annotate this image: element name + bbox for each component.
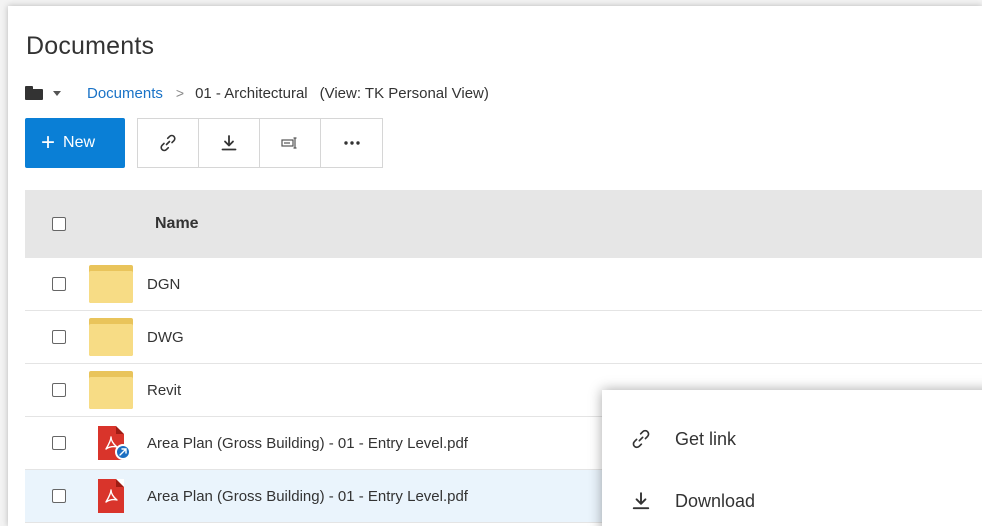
folder-icon [89,318,133,356]
breadcrumb-view-label: (View: TK Personal View) [319,84,489,102]
breadcrumb-root-link[interactable]: Documents [87,85,163,102]
menu-item-label: Download [675,490,756,511]
row-name[interactable]: Area Plan (Gross Building) - 01 - Entry … [147,488,468,505]
row-name[interactable]: Area Plan (Gross Building) - 01 - Entry … [147,435,468,452]
copy-link-button[interactable] [138,119,199,167]
command-toolbar: + New [25,118,383,168]
rename-icon [281,137,297,149]
download-icon [221,135,237,151]
more-actions-button[interactable] [321,119,382,167]
row-checkbox[interactable] [52,330,66,344]
folder-nav-dropdown[interactable] [25,86,61,100]
toolbar-button-group [137,118,383,168]
pdf-icon [89,477,133,515]
menu-item-download[interactable]: Download [602,474,982,526]
column-header-name[interactable]: Name [155,215,199,233]
table-row[interactable]: DGN [25,258,982,311]
download-icon [632,492,650,510]
row-name[interactable]: DGN [147,276,180,293]
new-button-label: New [63,134,96,151]
row-name[interactable]: Revit [147,382,181,399]
chevron-down-icon [53,90,61,96]
breadcrumb-current: 01 - Architectural [195,84,308,102]
table-header: Name [25,190,982,258]
pdf-shared-icon [89,424,133,462]
new-button[interactable]: + New [25,118,125,168]
table-row[interactable]: DWG [25,311,982,364]
download-button[interactable] [199,119,260,167]
folder-icon [25,86,43,100]
rename-button[interactable] [260,119,321,167]
folder-icon [89,371,133,409]
row-checkbox[interactable] [52,436,66,450]
context-menu: Get link Download [602,390,982,526]
row-checkbox[interactable] [52,277,66,291]
menu-item-get-link[interactable]: Get link [602,412,982,466]
link-icon [160,134,176,152]
breadcrumb-separator: > [175,85,185,101]
row-checkbox[interactable] [52,383,66,397]
select-all-checkbox[interactable] [52,217,66,231]
page-title: Documents [26,32,155,60]
shared-badge-icon [115,444,131,460]
document-library-panel: Documents Documents > 01 - Architectural… [8,6,982,526]
breadcrumb: Documents > 01 - Architectural (View: TK… [25,82,489,104]
row-name[interactable]: DWG [147,329,184,346]
link-icon [632,429,650,449]
plus-icon: + [41,129,56,156]
folder-icon [89,265,133,303]
menu-item-label: Get link [675,428,737,449]
row-checkbox[interactable] [52,489,66,503]
more-icon [343,141,360,145]
